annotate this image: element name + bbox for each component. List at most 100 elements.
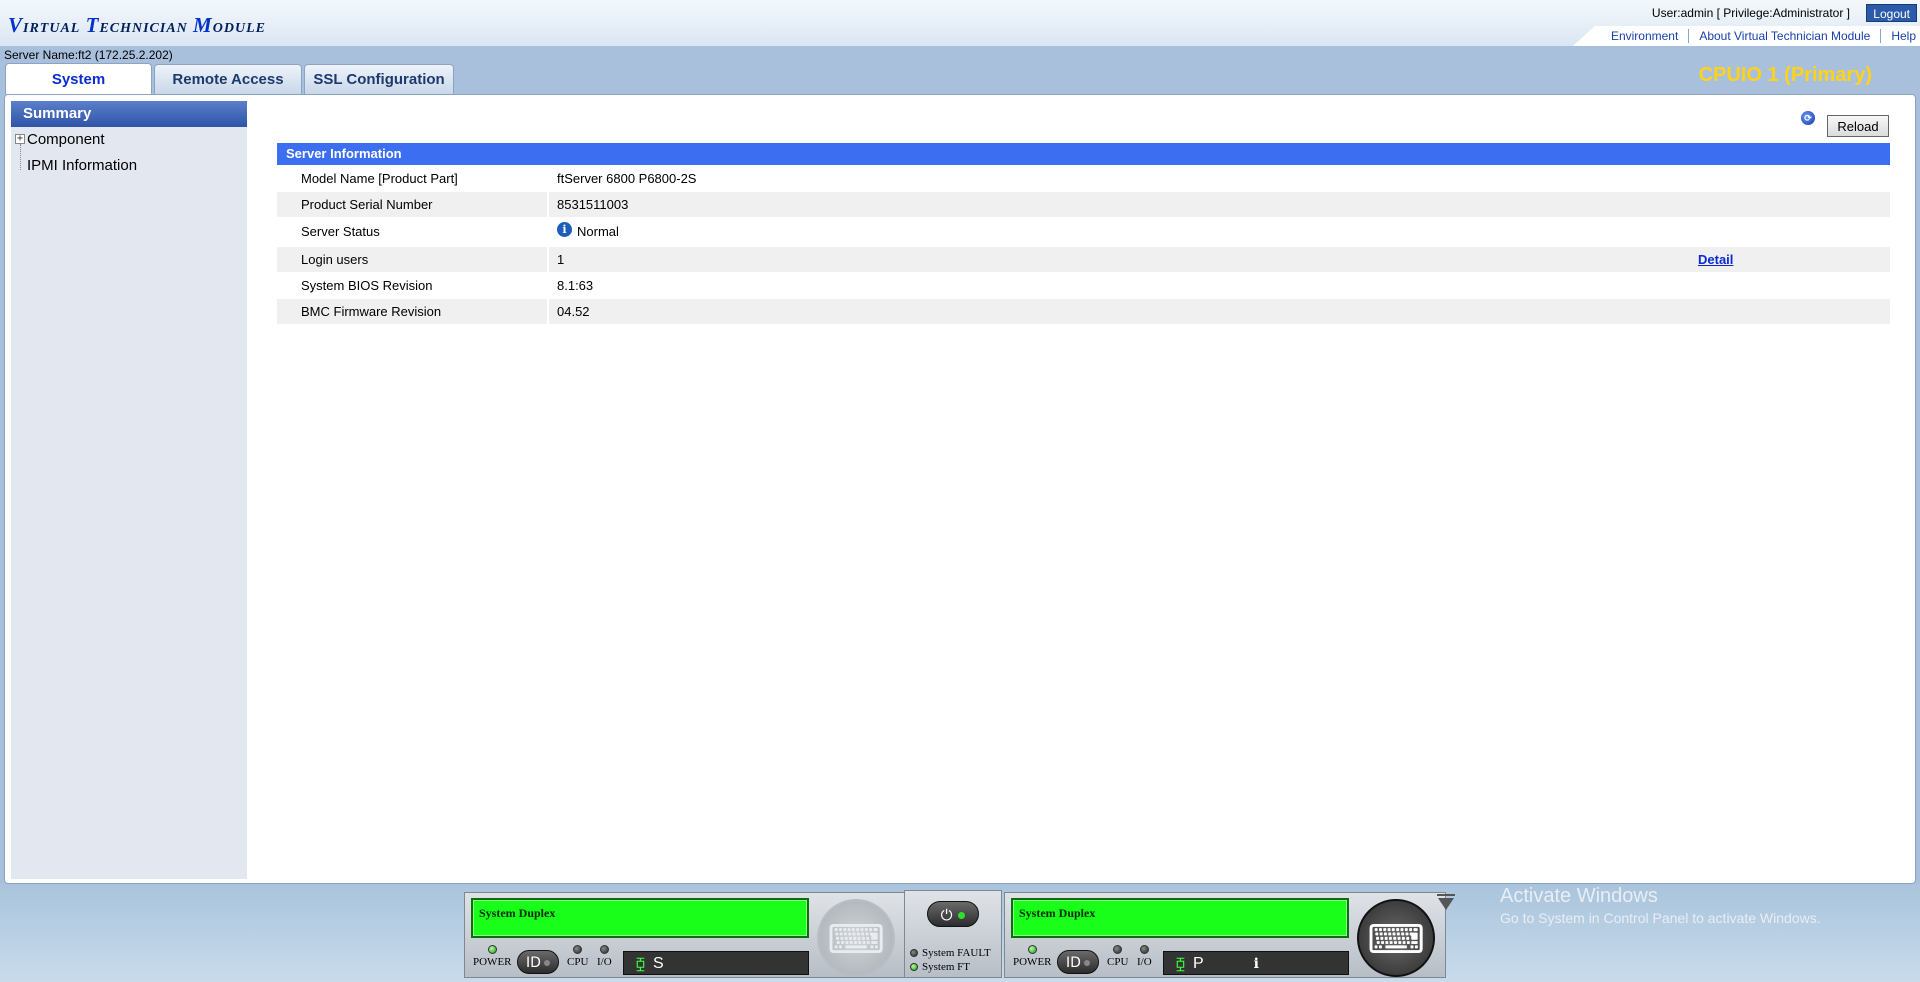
logo-letter-t: T (85, 13, 100, 37)
help-link[interactable]: Help (1881, 29, 1920, 43)
row-label: BMC Firmware Revision (277, 299, 547, 324)
tab-ssl-configuration[interactable]: SSL Configuration (304, 64, 454, 94)
logo-letter-m: M (193, 13, 213, 37)
watermark-title: Activate Windows (1500, 885, 1658, 907)
cpu-led: CPU (567, 945, 588, 968)
led-icon (910, 963, 918, 971)
row-value: 04.52 (549, 299, 1890, 324)
led-label: CPU (1107, 956, 1129, 968)
row-value: i Normal (549, 218, 1890, 246)
led-icon (599, 945, 609, 954)
hardware-status-bar: System Duplex POWER ID CPU I/O ⧮ S ⌨ ⏻ Sy… (0, 884, 1920, 982)
row-label: Model Name [Product Part] (277, 166, 547, 191)
main-frame: Summary + Component IPMI Information ⟳ R… (4, 94, 1916, 884)
cpuio-module-primary: System Duplex POWER ID CPU I/O ⧮ Pi ⌨ (1004, 892, 1446, 978)
expand-plus-icon[interactable]: + (15, 134, 25, 144)
table-row: Model Name [Product Part] ftServer 6800 … (277, 166, 1890, 191)
io-led: I/O (597, 945, 612, 968)
led-label: CPU (567, 956, 589, 968)
row-value: 1 (549, 247, 1690, 272)
led-icon (1027, 945, 1037, 954)
watermark-subtitle: Go to System in Control Panel to activat… (1500, 910, 1821, 926)
id-label: ID (1066, 955, 1081, 971)
server-status-text: Normal (577, 224, 619, 239)
led-label: POWER (473, 956, 512, 968)
system-fault-indicator: System FAULT (910, 947, 991, 959)
io-led: I/O (1137, 945, 1152, 968)
plug-icon: ⧮ (636, 955, 645, 971)
id-button[interactable]: ID (517, 950, 559, 974)
led-icon (910, 949, 918, 957)
table-row: Login users 1 Detail (277, 247, 1890, 272)
tab-band: Server Name:ft2 (172.25.2.202) System Re… (0, 46, 1920, 94)
sidebar: Summary + Component IPMI Information (11, 101, 247, 879)
row-value: 8531511003 (549, 192, 1890, 217)
led-label: I/O (597, 956, 612, 968)
led-label: POWER (1013, 956, 1052, 968)
cpu-led: CPU (1107, 945, 1128, 968)
system-ft-indicator: System FT (910, 961, 970, 973)
row-value: 8.1:63 (549, 273, 1890, 298)
top-links: Environment About Virtual Technician Mod… (1572, 26, 1920, 46)
refresh-icon[interactable]: ⟳ (1801, 111, 1815, 125)
table-row: Product Serial Number 8531511003 (277, 192, 1890, 217)
windows-activation-watermark: Activate Windows Go to System in Control… (1500, 884, 1821, 926)
sidebar-item-summary[interactable]: Summary (11, 101, 247, 127)
led-label: System FT (922, 961, 970, 973)
module-state-bar: ⧮ Pi (1163, 951, 1349, 975)
info-icon: i (557, 221, 572, 237)
lcd-display: System Duplex (471, 898, 809, 938)
panel-title: Server Information (277, 143, 1890, 165)
led-icon (573, 945, 583, 954)
row-link-cell: Detail (1690, 247, 1890, 272)
detail-link[interactable]: Detail (1698, 252, 1733, 267)
id-led-icon (1083, 960, 1090, 966)
module-state-bar: ⧮ S (623, 951, 809, 975)
row-label: Login users (277, 247, 547, 272)
user-info: User:admin [ Privilege:Administrator ] (1651, 6, 1850, 20)
cpuio-module-secondary: System Duplex POWER ID CPU I/O ⧮ S ⌨ (464, 892, 906, 978)
lcd-text: System Duplex (1019, 906, 1096, 920)
power-led: POWER (473, 945, 512, 968)
collapse-arrow-icon[interactable] (1437, 894, 1455, 910)
led-label: System FAULT (922, 947, 991, 959)
power-led-icon (958, 912, 966, 919)
state-letter: S (652, 955, 664, 972)
app-header: VIRTUAL TECHNICIAN MODULE User:admin [ P… (0, 0, 1920, 46)
console-icon: ⌨ (817, 899, 895, 977)
environment-link[interactable]: Environment (1601, 29, 1690, 43)
console-icon[interactable]: ⌨ (1357, 899, 1435, 977)
power-led: POWER (1013, 945, 1052, 968)
plug-icon: ⧮ (1176, 955, 1185, 971)
tab-remote-access[interactable]: Remote Access (154, 64, 302, 94)
led-icon (1113, 945, 1123, 954)
sidebar-item-component[interactable]: + Component (11, 127, 247, 170)
lcd-display: System Duplex (1011, 898, 1349, 938)
reload-button[interactable]: Reload (1827, 115, 1889, 137)
tab-system[interactable]: System (5, 63, 152, 94)
led-icon (487, 945, 497, 954)
row-label: Server Status (277, 218, 547, 246)
logo-letter-v: V (8, 13, 24, 37)
app-logo: VIRTUAL TECHNICIAN MODULE (8, 13, 266, 38)
power-button[interactable]: ⏻ (927, 901, 979, 927)
table-row: System BIOS Revision 8.1:63 (277, 273, 1890, 298)
content-area: ⟳ Reload Server Information Model Name [… (253, 101, 1911, 879)
row-label: System BIOS Revision (277, 273, 547, 298)
table-row: BMC Firmware Revision 04.52 (277, 299, 1890, 324)
table-row: Server Status i Normal (277, 218, 1890, 246)
lcd-text: System Duplex (479, 906, 556, 920)
logo-part-irtual: IRTUAL (23, 21, 81, 36)
server-information-panel: Server Information Model Name [Product P… (277, 143, 1890, 324)
id-button[interactable]: ID (1057, 950, 1099, 974)
sidebar-item-ipmi-information[interactable]: IPMI Information (11, 153, 247, 179)
logout-button[interactable]: Logout (1866, 4, 1917, 22)
power-icon: ⏻ (940, 906, 953, 924)
id-label: ID (526, 955, 541, 971)
sidebar-item-label: Component (27, 131, 105, 148)
led-label: I/O (1137, 956, 1152, 968)
row-label: Product Serial Number (277, 192, 547, 217)
sidebar-item-label: IPMI Information (27, 157, 138, 174)
about-link[interactable]: About Virtual Technician Module (1689, 29, 1882, 43)
state-letter: P (1192, 955, 1204, 972)
